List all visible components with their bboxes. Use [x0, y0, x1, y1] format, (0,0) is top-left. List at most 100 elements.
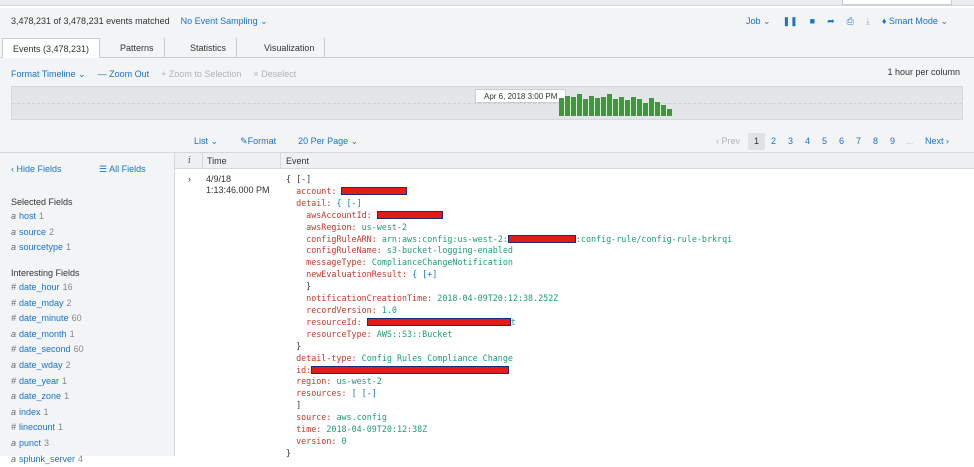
- all-fields-button[interactable]: ☰ All Fields: [99, 164, 146, 175]
- deselect-button[interactable]: × Deselect: [253, 69, 296, 80]
- page-button-9[interactable]: 9: [884, 133, 901, 150]
- field-name[interactable]: date_wday: [19, 360, 63, 370]
- timeline-bar[interactable]: [619, 96, 624, 116]
- field-name[interactable]: date_hour: [19, 282, 60, 292]
- timeline-bar[interactable]: [631, 96, 636, 116]
- field-name[interactable]: sourcetype: [19, 242, 63, 252]
- timeline-bar[interactable]: [649, 98, 654, 116]
- timeline-bar[interactable]: [565, 95, 570, 116]
- field-count: 2: [49, 226, 55, 237]
- field-item-date-month[interactable]: a date_month 1: [11, 327, 84, 343]
- field-name[interactable]: linecount: [19, 422, 55, 432]
- prev-page-button[interactable]: ‹ Prev: [713, 133, 743, 150]
- field-item-sourcetype[interactable]: a sourcetype 1: [11, 240, 71, 256]
- column-divider: [280, 153, 281, 169]
- list-view-dropdown[interactable]: List ⌄: [194, 136, 218, 147]
- zoom-to-selection-button[interactable]: + Zoom to Selection: [161, 69, 241, 80]
- field-item-date-mday[interactable]: # date_mday 2: [11, 296, 84, 312]
- collapse-toggle[interactable]: [ [-]: [352, 388, 377, 398]
- search-mode-menu[interactable]: ♦ Smart Mode ⌄: [882, 16, 948, 27]
- timeline-bar[interactable]: [583, 99, 588, 116]
- field-name[interactable]: date_mday: [19, 298, 64, 308]
- field-item-source[interactable]: a source 2: [11, 225, 71, 241]
- field-item-date-hour[interactable]: # date_hour 16: [11, 280, 84, 296]
- zoom-out-button[interactable]: — Zoom Out: [98, 69, 150, 80]
- field-item-date-zone[interactable]: a date_zone 1: [11, 389, 84, 405]
- event-column-header[interactable]: Event: [286, 156, 309, 166]
- field-name[interactable]: date_month: [19, 329, 67, 339]
- event-time: 4/9/18 1:13:46.000 PM: [206, 174, 270, 196]
- export-icon[interactable]: ⤓: [866, 16, 870, 27]
- timeline-chart[interactable]: Apr 6, 2018 3:00 PM: [11, 86, 963, 120]
- field-name[interactable]: index: [19, 407, 41, 417]
- field-name[interactable]: date_second: [19, 344, 71, 354]
- page-button-3[interactable]: 3: [782, 133, 799, 150]
- info-column-header: i: [188, 156, 191, 166]
- page-button-1[interactable]: 1: [747, 133, 765, 150]
- field-name[interactable]: date_zone: [19, 391, 61, 401]
- field-count: 16: [62, 282, 73, 292]
- next-page-button[interactable]: Next ›: [922, 133, 952, 150]
- field-type-icon: a: [11, 453, 17, 464]
- format-button[interactable]: ✎Format: [240, 136, 276, 147]
- timeline-bar[interactable]: [613, 99, 618, 116]
- hide-fields-button[interactable]: ‹ Hide Fields: [11, 164, 62, 174]
- timeline-bar[interactable]: [595, 98, 600, 116]
- tab-patterns[interactable]: Patterns: [110, 38, 165, 58]
- field-item-date-wday[interactable]: a date_wday 2: [11, 358, 84, 374]
- timeline-bar[interactable]: [559, 98, 564, 116]
- print-icon[interactable]: ⎙: [847, 16, 854, 27]
- tab-statistics[interactable]: Statistics: [180, 38, 238, 58]
- field-name[interactable]: date_year: [19, 376, 59, 386]
- share-icon[interactable]: ➦: [827, 16, 835, 27]
- pause-icon[interactable]: ❚❚: [783, 16, 798, 27]
- field-name[interactable]: host: [19, 211, 36, 221]
- field-type-icon: a: [11, 437, 17, 448]
- field-item-host[interactable]: a host 1: [11, 209, 71, 225]
- field-item-linecount[interactable]: # linecount 1: [11, 420, 84, 436]
- page-button-4[interactable]: 4: [799, 133, 816, 150]
- timeline-bar[interactable]: [601, 96, 606, 116]
- timeline-bar[interactable]: [607, 94, 612, 116]
- job-menu[interactable]: Job ⌄: [746, 16, 771, 27]
- timeline-bar[interactable]: [661, 105, 666, 116]
- timeline-bar[interactable]: [643, 102, 648, 116]
- field-name[interactable]: punct: [19, 438, 41, 448]
- field-item-date-second[interactable]: # date_second 60: [11, 342, 84, 358]
- page-button-5[interactable]: 5: [816, 133, 833, 150]
- event-sampling-dropdown[interactable]: No Event Sampling ⌄: [181, 16, 268, 27]
- field-name[interactable]: date_minute: [19, 313, 69, 323]
- field-count: 1: [64, 391, 70, 402]
- time-range-picker[interactable]: [842, 0, 952, 5]
- field-item-splunk-server[interactable]: a splunk_server 4: [11, 452, 84, 467]
- field-item-index[interactable]: a index 1: [11, 405, 84, 421]
- field-type-icon: a: [11, 328, 17, 339]
- page-button-7[interactable]: 7: [850, 133, 867, 150]
- timeline-controls: Format Timeline ⌄ — Zoom Out + Zoom to S…: [11, 69, 296, 80]
- field-item-date-minute[interactable]: # date_minute 60: [11, 311, 84, 327]
- redaction-mark: [507, 235, 576, 244]
- field-name[interactable]: splunk_server: [19, 454, 75, 464]
- expand-toggle[interactable]: { [+]: [412, 269, 437, 279]
- collapse-toggle[interactable]: { [-]: [336, 198, 361, 208]
- per-page-dropdown[interactable]: 20 Per Page ⌄: [298, 136, 358, 147]
- timeline-bar[interactable]: [625, 100, 630, 116]
- expand-row-icon[interactable]: ›: [188, 174, 191, 184]
- stop-icon[interactable]: ■: [810, 16, 815, 26]
- field-item-punct[interactable]: a punct 3: [11, 436, 84, 452]
- timeline-bar[interactable]: [571, 96, 576, 116]
- field-item-date-year[interactable]: # date_year 1: [11, 374, 84, 390]
- page-button-6[interactable]: 6: [833, 133, 850, 150]
- page-button-8[interactable]: 8: [867, 133, 884, 150]
- tab-visualization[interactable]: Visualization: [254, 38, 326, 58]
- timeline-bar[interactable]: [577, 94, 582, 116]
- page-button-2[interactable]: 2: [765, 133, 782, 150]
- tab-events[interactable]: Events (3,478,231): [2, 38, 101, 58]
- timeline-bar[interactable]: [589, 95, 594, 116]
- timeline-bar[interactable]: [667, 108, 672, 116]
- timeline-bar[interactable]: [637, 99, 642, 116]
- timeline-bar[interactable]: [655, 101, 660, 116]
- format-timeline-button[interactable]: Format Timeline ⌄: [11, 69, 86, 80]
- time-column-header[interactable]: Time: [207, 156, 227, 166]
- field-name[interactable]: source: [19, 227, 46, 237]
